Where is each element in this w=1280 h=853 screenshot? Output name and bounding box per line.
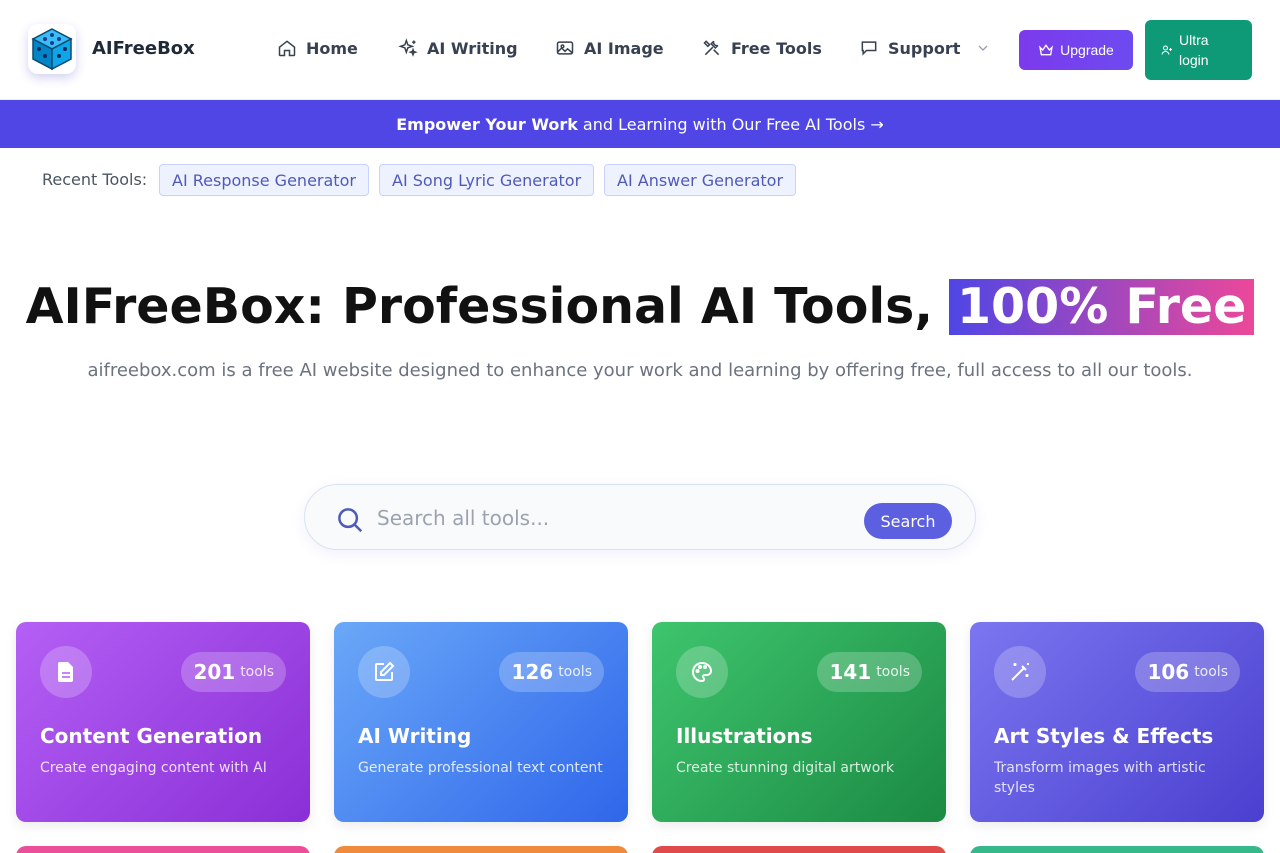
category-card-ai-writing[interactable]: 126 tools AI Writing Generate profession… xyxy=(334,622,628,822)
nav-ai-writing-label: AI Writing xyxy=(427,38,518,58)
category-card-partial[interactable] xyxy=(970,846,1264,853)
header: AIFreeBox Home AI Writing AI Image Free … xyxy=(0,0,1280,100)
tool-count-badge: 201 tools xyxy=(181,652,286,692)
banner-bold-text: Empower Your Work xyxy=(396,114,578,134)
tool-count-unit: tools xyxy=(558,664,592,680)
tool-count-badge: 141 tools xyxy=(817,652,922,692)
chat-icon xyxy=(861,41,877,56)
tool-count-unit: tools xyxy=(240,664,274,680)
card-description: Create engaging content with AI xyxy=(40,760,267,776)
sparkles-icon xyxy=(398,38,418,57)
promo-banner[interactable]: Empower Your Work and Learning with Our … xyxy=(0,100,1280,148)
category-card-illustrations[interactable]: 141 tools Illustrations Create stunning … xyxy=(652,622,946,822)
search-bar: Search xyxy=(304,484,976,550)
upgrade-label: Upgrade xyxy=(1060,42,1114,58)
category-card-partial[interactable] xyxy=(16,846,310,853)
tool-count: 141 xyxy=(829,660,872,684)
tool-count: 201 xyxy=(193,660,236,684)
ultra-login-button[interactable]: Ultra login xyxy=(1145,20,1252,80)
image-icon xyxy=(556,41,574,55)
edit-icon xyxy=(375,661,395,681)
card-icon-circle xyxy=(676,646,728,698)
home-icon xyxy=(278,40,296,57)
card-title: AI Writing xyxy=(358,724,472,748)
chevron-down-icon xyxy=(978,45,988,51)
card-description: Generate professional text content xyxy=(358,760,603,776)
cube-logo-icon xyxy=(31,28,73,71)
tool-count-badge: 126 tools xyxy=(499,652,604,692)
category-card-art-styles[interactable]: 106 tools Art Styles & Effects Transform… xyxy=(970,622,1264,822)
nav-ai-image-label: AI Image xyxy=(584,38,664,58)
user-plus-icon xyxy=(1161,45,1172,55)
recent-tools-label: Recent Tools: xyxy=(42,170,148,189)
tool-count-unit: tools xyxy=(876,664,910,680)
hero-highlight: 100% Free xyxy=(948,278,1255,335)
brand-name[interactable]: AIFreeBox xyxy=(92,38,195,59)
tool-count-badge: 106 tools xyxy=(1135,652,1240,692)
hero-title-text: AIFreeBox: Professional AI Tools, xyxy=(25,278,933,335)
nav-home-label: Home xyxy=(306,38,358,58)
hero-subtitle: aifreebox.com is a free AI website desig… xyxy=(87,360,1193,381)
ultra-login-label: Ultra login xyxy=(1179,30,1209,70)
card-title: Illustrations xyxy=(676,724,813,748)
nav-free-tools-label: Free Tools xyxy=(731,38,822,58)
search-icon xyxy=(338,508,363,533)
page-title: AIFreeBox: Professional AI Tools, 100% F… xyxy=(0,278,1280,335)
magic-wand-icon xyxy=(1011,663,1029,681)
category-card-partial[interactable] xyxy=(334,846,628,853)
category-card-partial[interactable] xyxy=(652,846,946,853)
logo[interactable] xyxy=(28,24,76,74)
tool-count: 106 xyxy=(1147,660,1190,684)
tool-count-unit: tools xyxy=(1194,664,1228,680)
recent-tool-chip[interactable]: AI Song Lyric Generator xyxy=(379,164,595,196)
category-card-content-generation[interactable]: 201 tools Content Generation Create enga… xyxy=(16,622,310,822)
card-icon-circle xyxy=(358,646,410,698)
nav-support-label: Support xyxy=(888,38,961,58)
card-title: Content Generation xyxy=(40,724,263,748)
nav-support[interactable]: Support xyxy=(859,38,991,58)
crown-icon xyxy=(1039,44,1054,56)
document-icon xyxy=(58,662,73,682)
login-label-line1: Ultra xyxy=(1179,32,1209,48)
nav-ai-writing[interactable]: AI Writing xyxy=(398,38,518,58)
nav-free-tools[interactable]: Free Tools xyxy=(702,38,822,58)
recent-tool-chip[interactable]: AI Response Generator xyxy=(159,164,369,196)
banner-text: and Learning with Our Free AI Tools → xyxy=(582,114,884,134)
card-description: Transform images with artistic styles xyxy=(994,760,1206,796)
card-icon-circle xyxy=(994,646,1046,698)
card-title: Art Styles & Effects xyxy=(994,724,1214,748)
tool-count: 126 xyxy=(511,660,554,684)
card-description: Create stunning digital artwork xyxy=(676,760,895,776)
login-label-line2: login xyxy=(1179,52,1209,68)
search-input[interactable] xyxy=(377,503,847,533)
nav-ai-image[interactable]: AI Image xyxy=(555,38,664,58)
tools-icon xyxy=(703,40,720,56)
search-button[interactable]: Search xyxy=(864,503,952,539)
recent-tool-chip[interactable]: AI Answer Generator xyxy=(604,164,797,196)
card-icon-circle xyxy=(40,646,92,698)
upgrade-button[interactable]: Upgrade xyxy=(1019,30,1133,70)
nav-home[interactable]: Home xyxy=(277,38,358,58)
palette-icon xyxy=(692,661,713,683)
